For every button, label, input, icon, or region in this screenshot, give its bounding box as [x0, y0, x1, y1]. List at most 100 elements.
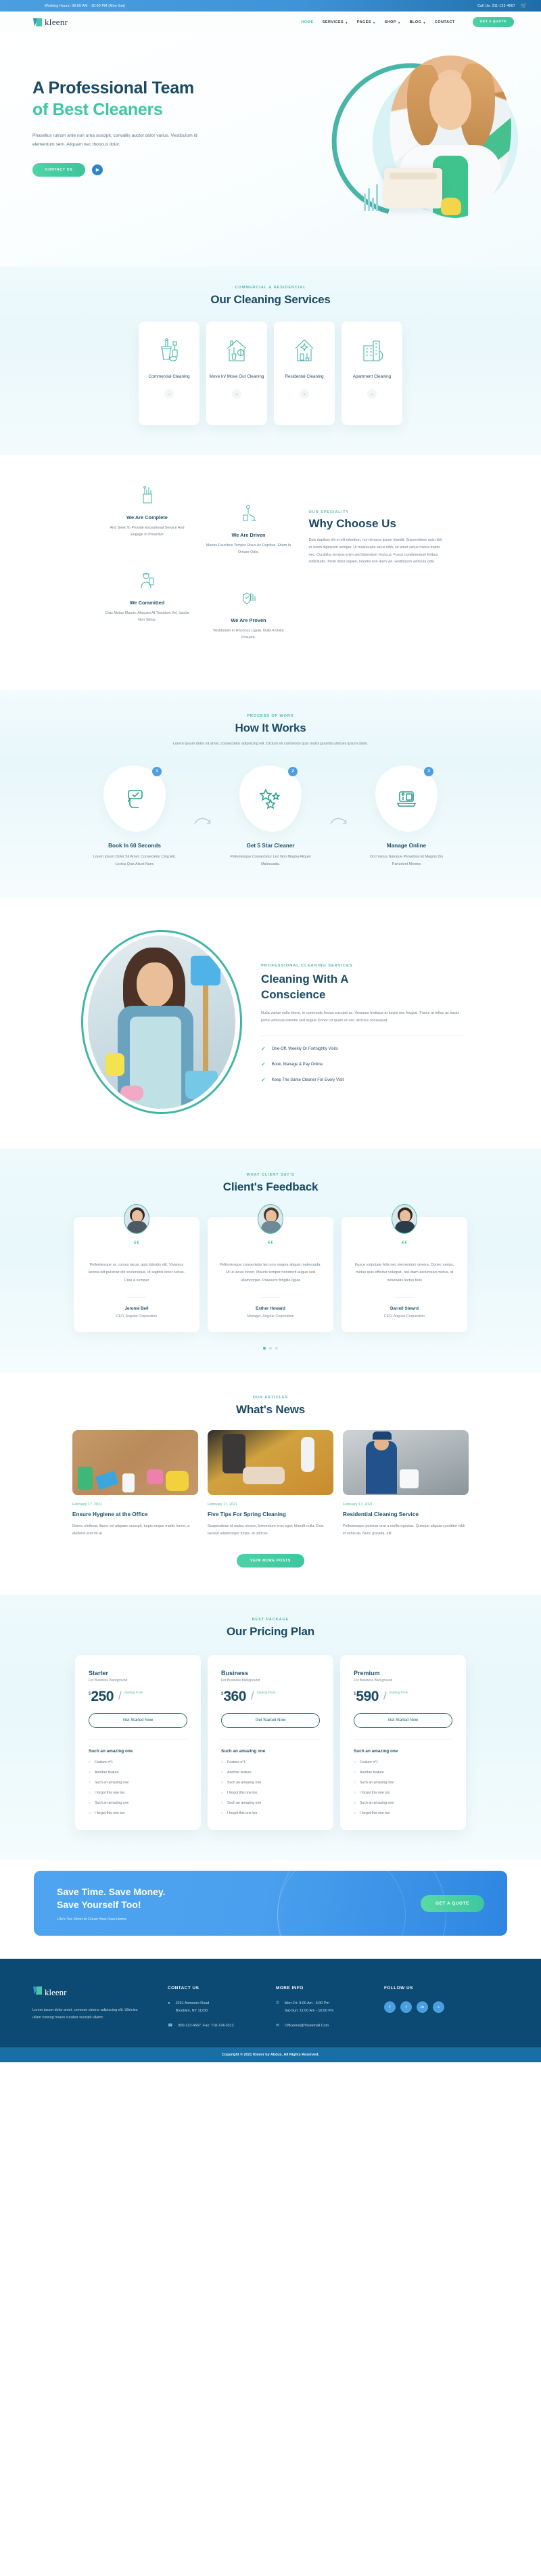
facebook-icon[interactable]: f: [384, 2001, 396, 2014]
nav-item-services[interactable]: SERVICES ▼: [323, 20, 348, 24]
carousel-dots[interactable]: [0, 1347, 541, 1350]
chevron-down-icon: ▼: [423, 20, 426, 24]
location-pin-icon: ●: [168, 2001, 170, 2006]
nav-item-contact[interactable]: CONTACT: [435, 20, 455, 24]
service-name: Apartment Cleaning: [352, 374, 392, 379]
feature-row: ○ Such an amazing one: [89, 1801, 187, 1805]
feature-label: Such an amazing one: [227, 1801, 262, 1806]
feedback-eyebrow: WHAT CLIENT SAY'S: [246, 1173, 295, 1178]
hours-line-2: Sat-Sun: 11:00 Am - 16:00 Pm: [284, 2008, 334, 2013]
news-headline[interactable]: Five Tips For Spring Cleaning: [208, 1511, 333, 1517]
service-card-residential[interactable]: Residental Cleaning →: [274, 321, 335, 425]
brand-logo[interactable]: kleenr: [32, 17, 68, 28]
nav-item-blog[interactable]: BLOG ▼: [410, 20, 426, 24]
footer-follow-column: FOLLOW US f t in s: [384, 1986, 479, 2030]
service-card-move-in-out[interactable]: Move In/ Move Out Cleaning →: [206, 321, 267, 425]
bullet-icon: ○: [354, 1791, 356, 1796]
get-a-quote-button[interactable]: GET A QUOTE: [472, 17, 514, 27]
conscience-title-line2: Conscience: [261, 987, 326, 1001]
click-check-icon: [123, 787, 146, 810]
footer-phone[interactable]: ☎ 800-123-4567, Fax: 718-724-3312: [168, 2022, 276, 2030]
call-us-text[interactable]: Call Us: 311-123-4567: [477, 4, 515, 8]
nav-label: CONTACT: [434, 20, 455, 24]
step-text: Lorem Ipsum Dolor Sit Amet, Consectetur …: [93, 854, 177, 866]
carousel-dot-3[interactable]: [275, 1347, 278, 1350]
why-title-heading: Why Choose Us: [308, 517, 396, 530]
features-heading: Such an amazing one: [354, 1749, 398, 1754]
bullet-icon: ○: [354, 1801, 356, 1806]
working-hours-text: Working Hours: 08:00 AM - 10:00 PM (Mon-…: [45, 3, 126, 8]
why-description: OUR SPECIALITY Why Choose Us Duis dapibu…: [300, 482, 445, 652]
get-started-button[interactable]: Get Started Now: [221, 1713, 320, 1729]
news-card[interactable]: February 17, 2021 Ensure Hygiene at the …: [72, 1430, 198, 1538]
play-icon[interactable]: ▶: [92, 164, 103, 175]
carousel-dot-2[interactable]: [269, 1347, 272, 1350]
view-more-posts-button[interactable]: VEIW MORE POSTS: [237, 1554, 304, 1568]
news-excerpt: Donec eleifend, libero vel aliquam susci…: [72, 1524, 190, 1536]
how-subtitle: Lorem ipsum dolor sit amet, consectetur …: [172, 742, 369, 747]
bullet-icon: ○: [354, 1760, 356, 1765]
contact-us-button[interactable]: CONTACT US: [32, 162, 86, 177]
services-title: Our Cleaning Services: [210, 293, 331, 306]
hero-title-line1: A Professional Team: [32, 79, 194, 97]
footer-logo[interactable]: kleenr: [32, 1986, 168, 1999]
conscience-eyebrow: PROFESSIONAL CLEANING SERVICES: [261, 964, 353, 969]
address-line-1: 3261 Anmoore Road: [175, 2001, 210, 2006]
skype-icon[interactable]: s: [433, 2001, 444, 2014]
news-card[interactable]: February 17, 2021 Five Tips For Spring C…: [208, 1430, 333, 1538]
linkedin-icon[interactable]: in: [417, 2001, 428, 2014]
get-started-button[interactable]: Get Started Now: [354, 1713, 452, 1729]
worker-phone-icon: [139, 573, 156, 593]
brand-name: kleenr: [45, 16, 68, 27]
news-headline[interactable]: Ensure Hygiene at the Office: [72, 1511, 198, 1517]
feature-label: Such an amazing one: [95, 1781, 129, 1785]
arrow-right-icon[interactable]: →: [367, 389, 377, 399]
why-title: We Are Complete: [126, 514, 168, 520]
hero-title: A Professional Team of Best Cleaners: [32, 77, 223, 120]
feature-label: Such an amazing one: [95, 1801, 129, 1806]
feature-label: Another feature: [360, 1771, 384, 1775]
feature-row: ○ Another feature: [89, 1771, 187, 1775]
footer-contact-heading: CONTACT US: [168, 1986, 199, 1991]
arrow-right-icon[interactable]: →: [164, 389, 174, 399]
pricing-cards: Starter For Business Background $ 250 / …: [0, 1655, 541, 1831]
arrow-right-icon[interactable]: →: [232, 389, 241, 399]
cta-get-a-quote-button[interactable]: GET A QUOTE: [421, 1894, 484, 1912]
service-card-apartment[interactable]: Apartment Cleaning →: [342, 321, 402, 425]
slash-divider: /: [250, 1689, 254, 1703]
arrow-right-icon[interactable]: →: [300, 389, 309, 399]
carousel-dot-1[interactable]: [263, 1347, 266, 1350]
bullet-icon: ○: [89, 1811, 91, 1816]
nav-item-shop[interactable]: SHOP ▼: [385, 20, 401, 24]
testimonial-card: “ Pellentesque ac cursus lacus, quis lob…: [74, 1204, 199, 1333]
nav-item-home[interactable]: HOME: [301, 20, 313, 24]
avatar-jerome: [124, 1204, 149, 1235]
why-eyebrow: OUR SPECIALITY: [308, 510, 350, 514]
service-name: Residental Cleaning: [285, 374, 324, 379]
testimonial-name: Jerome Bell: [124, 1306, 149, 1312]
cart-icon[interactable]: 🛒: [521, 3, 527, 9]
bullet-icon: ○: [89, 1760, 91, 1765]
service-card-commercial[interactable]: Commercial Cleaning →: [139, 321, 199, 425]
feedback-title: Client's Feedback: [222, 1180, 319, 1194]
bullet-icon: ○: [221, 1760, 224, 1765]
get-started-button[interactable]: Get Started Now: [89, 1713, 187, 1729]
footer-email[interactable]: ✉ Officeone@Youremail.Com: [276, 2022, 384, 2030]
house-broom-icon: [225, 338, 249, 363]
hero-section: A Professional Team of Best Cleaners Pha…: [0, 32, 541, 267]
curved-arrow-icon: [193, 765, 212, 830]
services-grid: Commercial Cleaning → Move In/ Move Out …: [0, 321, 541, 425]
laptop-manage-icon: [395, 787, 418, 810]
nav-item-pages[interactable]: PAGES ▼: [357, 20, 376, 24]
news-headline[interactable]: Residential Cleaning Service: [343, 1511, 469, 1517]
kleenr-logo-icon: [32, 1986, 43, 1999]
feature-label: I forgot this one too: [95, 1791, 125, 1796]
hero-box-decoration: [384, 168, 442, 208]
vacuum-icon: [240, 505, 258, 525]
news-card[interactable]: February 17, 2021 Residential Cleaning S…: [343, 1430, 469, 1538]
plan-subtitle: For Business Background: [221, 1679, 260, 1683]
footer-about-text: Lorem ipsum dolor amet, cevonse cteerur …: [32, 2008, 138, 2020]
twitter-icon[interactable]: t: [400, 2001, 412, 2014]
testimonial-name: Darrell Stewrd: [390, 1306, 419, 1312]
feature-row: ○ Such an amazing one: [89, 1781, 187, 1785]
